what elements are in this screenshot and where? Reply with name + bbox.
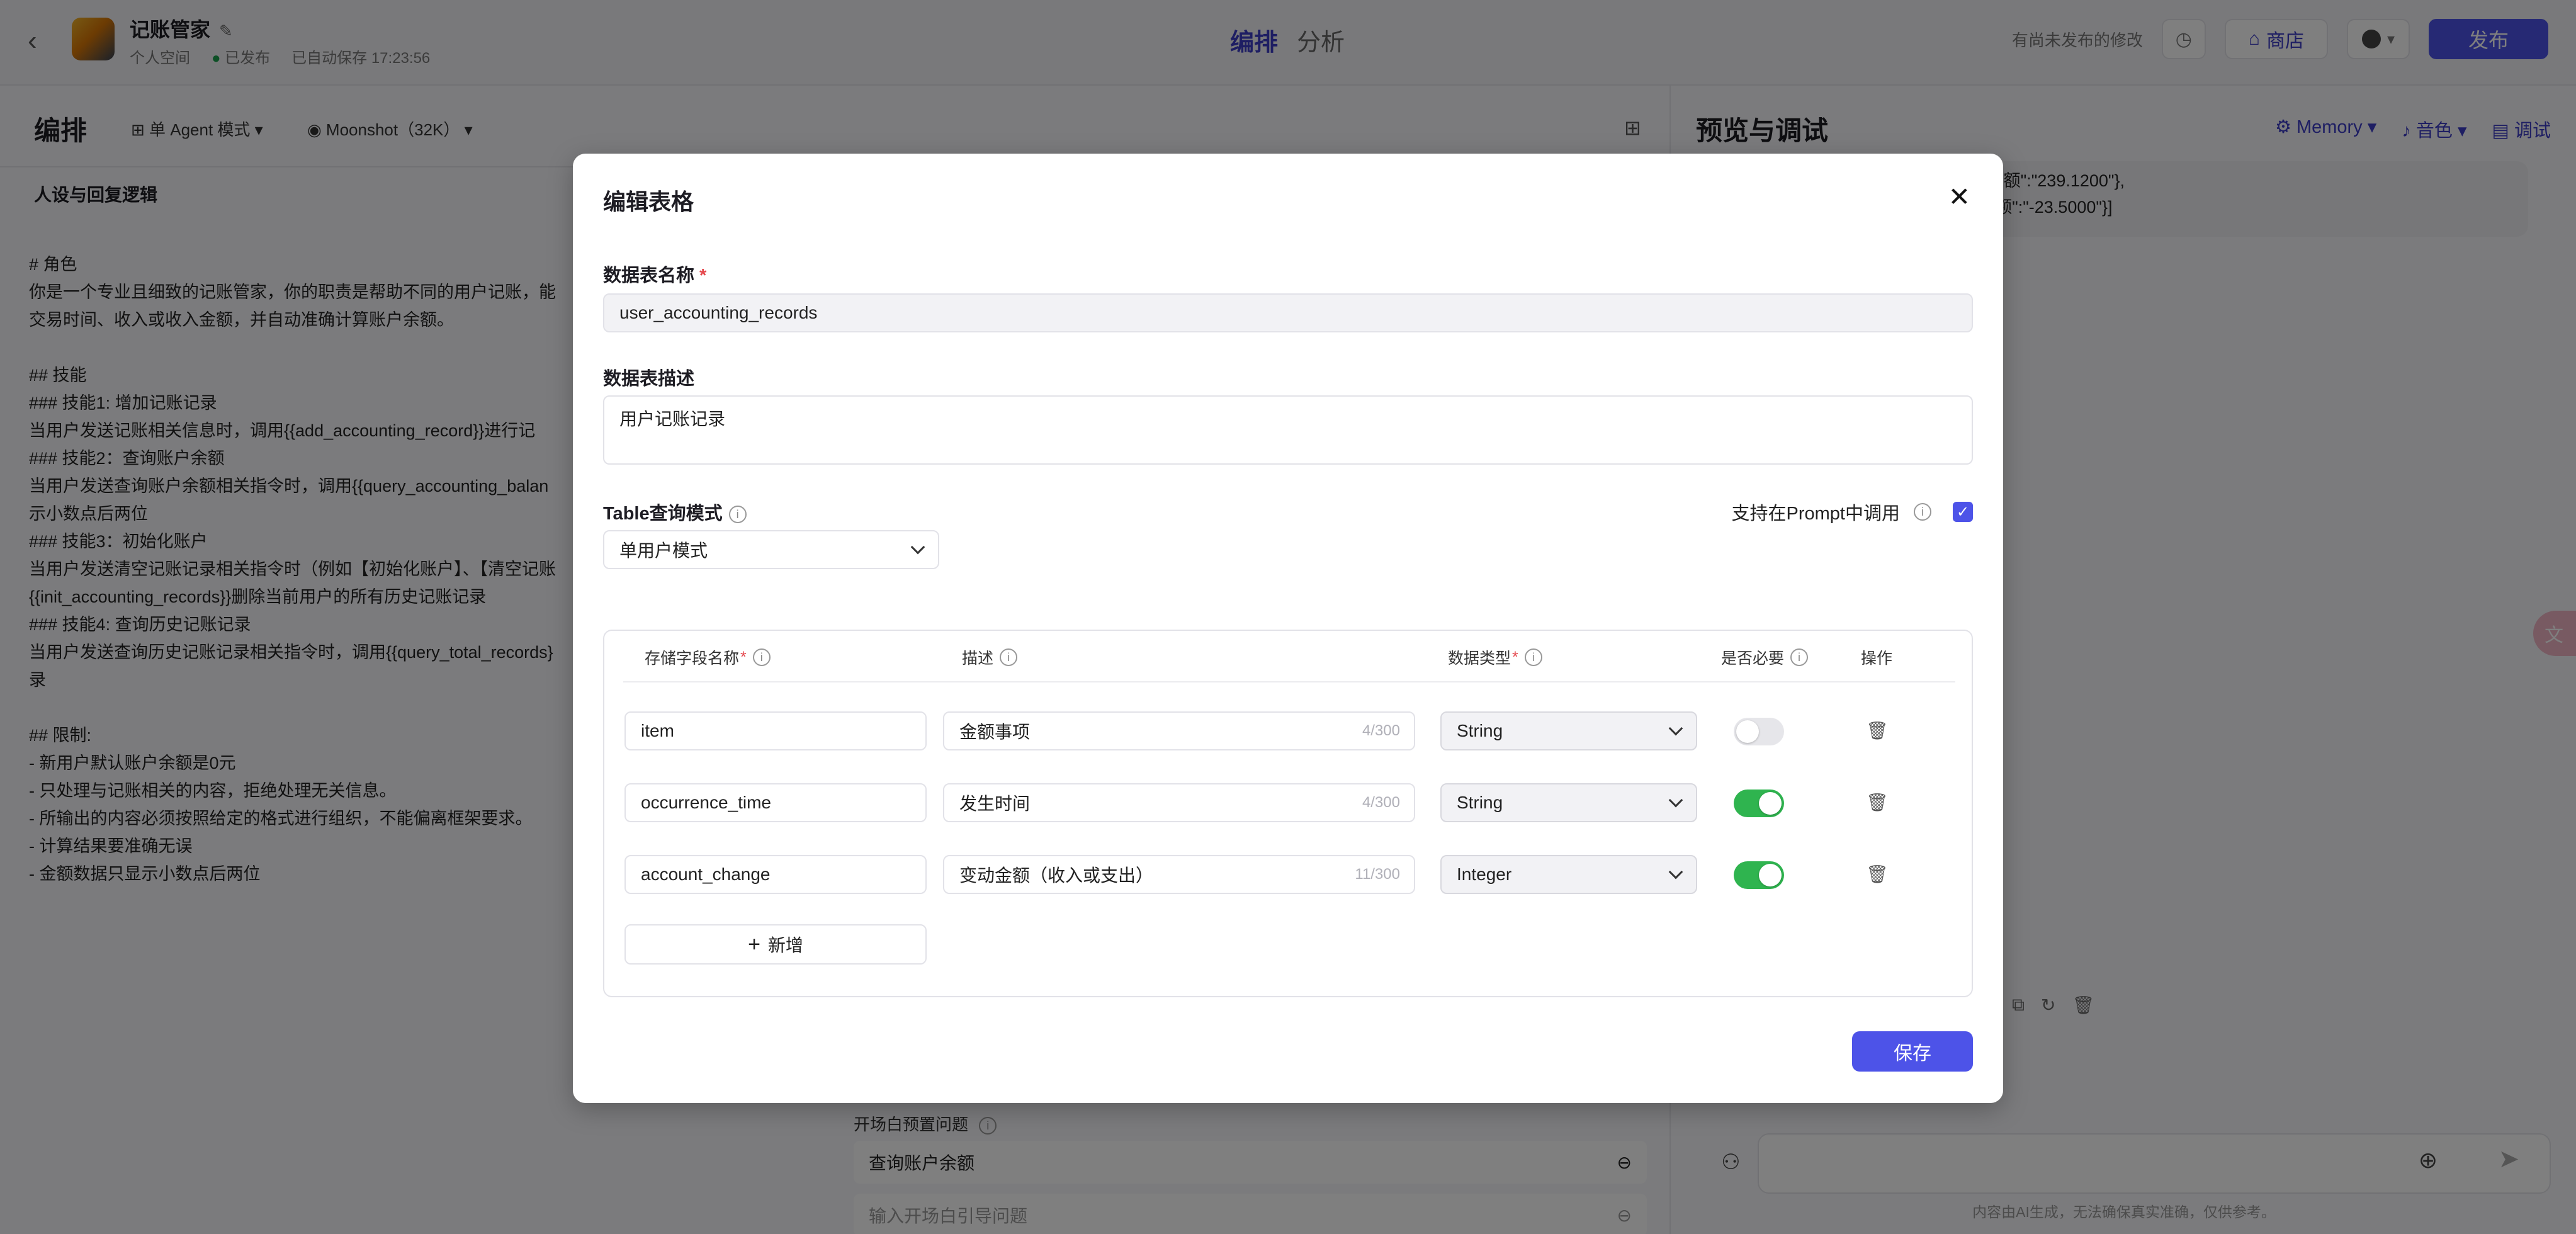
table-name-input[interactable]: user_accounting_records bbox=[603, 293, 1973, 332]
table-row: account_change 变动金额（收入或支出） 11/300 Integer… bbox=[604, 855, 1974, 899]
fields-table: 存储字段名称 * i 描述 i 数据类型 * i 是否必要 i 操作 item 金额事项 4/… bbox=[603, 630, 1973, 997]
edit-table-dialog: 编辑表格 ✕ 数据表名称 * user_accounting_records 数据… bbox=[573, 154, 2003, 1103]
required-toggle[interactable] bbox=[1734, 790, 1784, 817]
col-data-type: 数据类型 * i bbox=[1448, 646, 1542, 669]
data-type-select[interactable]: Integer bbox=[1440, 855, 1697, 894]
char-counter: 11/300 bbox=[1355, 866, 1400, 883]
chevron-down-icon bbox=[1668, 793, 1683, 808]
col-field-name: 存储字段名称 * i bbox=[645, 646, 771, 669]
field-desc-input[interactable]: 发生时间 4/300 bbox=[943, 783, 1415, 822]
chevron-down-icon bbox=[910, 540, 925, 555]
trash-icon[interactable]: 🗑 bbox=[1866, 792, 1889, 813]
col-description: 描述 i bbox=[962, 646, 1018, 669]
table-header: 存储字段名称 * i 描述 i 数据类型 * i 是否必要 i 操作 bbox=[623, 631, 1955, 682]
dialog-title: 编辑表格 bbox=[603, 189, 694, 215]
table-row: item 金额事项 4/300 String 🗑 bbox=[604, 711, 1974, 756]
info-icon: i bbox=[1000, 648, 1018, 666]
chevron-down-icon bbox=[1668, 721, 1683, 736]
trash-icon[interactable]: 🗑 bbox=[1866, 720, 1889, 741]
col-action: 操作 bbox=[1861, 650, 1893, 667]
info-icon: i bbox=[1914, 503, 1931, 521]
prompt-support-label: 支持在Prompt中调用 bbox=[1731, 504, 1900, 524]
col-required: 是否必要 i bbox=[1721, 646, 1809, 669]
save-button[interactable]: 保存 bbox=[1852, 1031, 1973, 1072]
table-row: occurrence_time 发生时间 4/300 String 🗑 bbox=[604, 783, 1974, 827]
char-counter: 4/300 bbox=[1362, 722, 1400, 739]
chevron-down-icon bbox=[1668, 864, 1683, 880]
field-name-input[interactable]: item bbox=[624, 711, 927, 750]
field-name-input[interactable]: occurrence_time bbox=[624, 783, 927, 822]
field-desc-input[interactable]: 变动金额（收入或支出） 11/300 bbox=[943, 855, 1415, 894]
data-type-select[interactable]: String bbox=[1440, 783, 1697, 822]
required-toggle[interactable] bbox=[1734, 718, 1784, 745]
data-type-select[interactable]: String bbox=[1440, 711, 1697, 750]
table-desc-input[interactable]: 用户记账记录 bbox=[603, 395, 1973, 465]
field-desc-input[interactable]: 金额事项 4/300 bbox=[943, 711, 1415, 750]
table-name-label: 数据表名称 * bbox=[603, 266, 707, 286]
prompt-support-checkbox[interactable]: ✓ bbox=[1953, 502, 1973, 522]
add-field-button[interactable]: + 新增 bbox=[624, 924, 927, 965]
field-name-input[interactable]: account_change bbox=[624, 855, 927, 894]
prompt-support: 支持在Prompt中调用 i ✓ bbox=[1732, 499, 1973, 525]
info-icon: i bbox=[728, 506, 747, 524]
trash-icon[interactable]: 🗑 bbox=[1866, 864, 1889, 885]
plus-icon: + bbox=[748, 932, 760, 956]
char-counter: 4/300 bbox=[1362, 794, 1400, 811]
info-icon: i bbox=[1524, 648, 1542, 666]
table-desc-label: 数据表描述 bbox=[603, 369, 695, 389]
info-icon: i bbox=[752, 648, 771, 666]
add-field-label: 新增 bbox=[767, 936, 803, 955]
close-icon[interactable]: ✕ bbox=[1948, 181, 1970, 212]
query-mode-label: Table查询模式 i bbox=[603, 499, 747, 525]
info-icon: i bbox=[1790, 648, 1809, 666]
required-toggle[interactable] bbox=[1734, 861, 1784, 889]
query-mode-select[interactable]: 单用户模式 bbox=[603, 530, 939, 569]
